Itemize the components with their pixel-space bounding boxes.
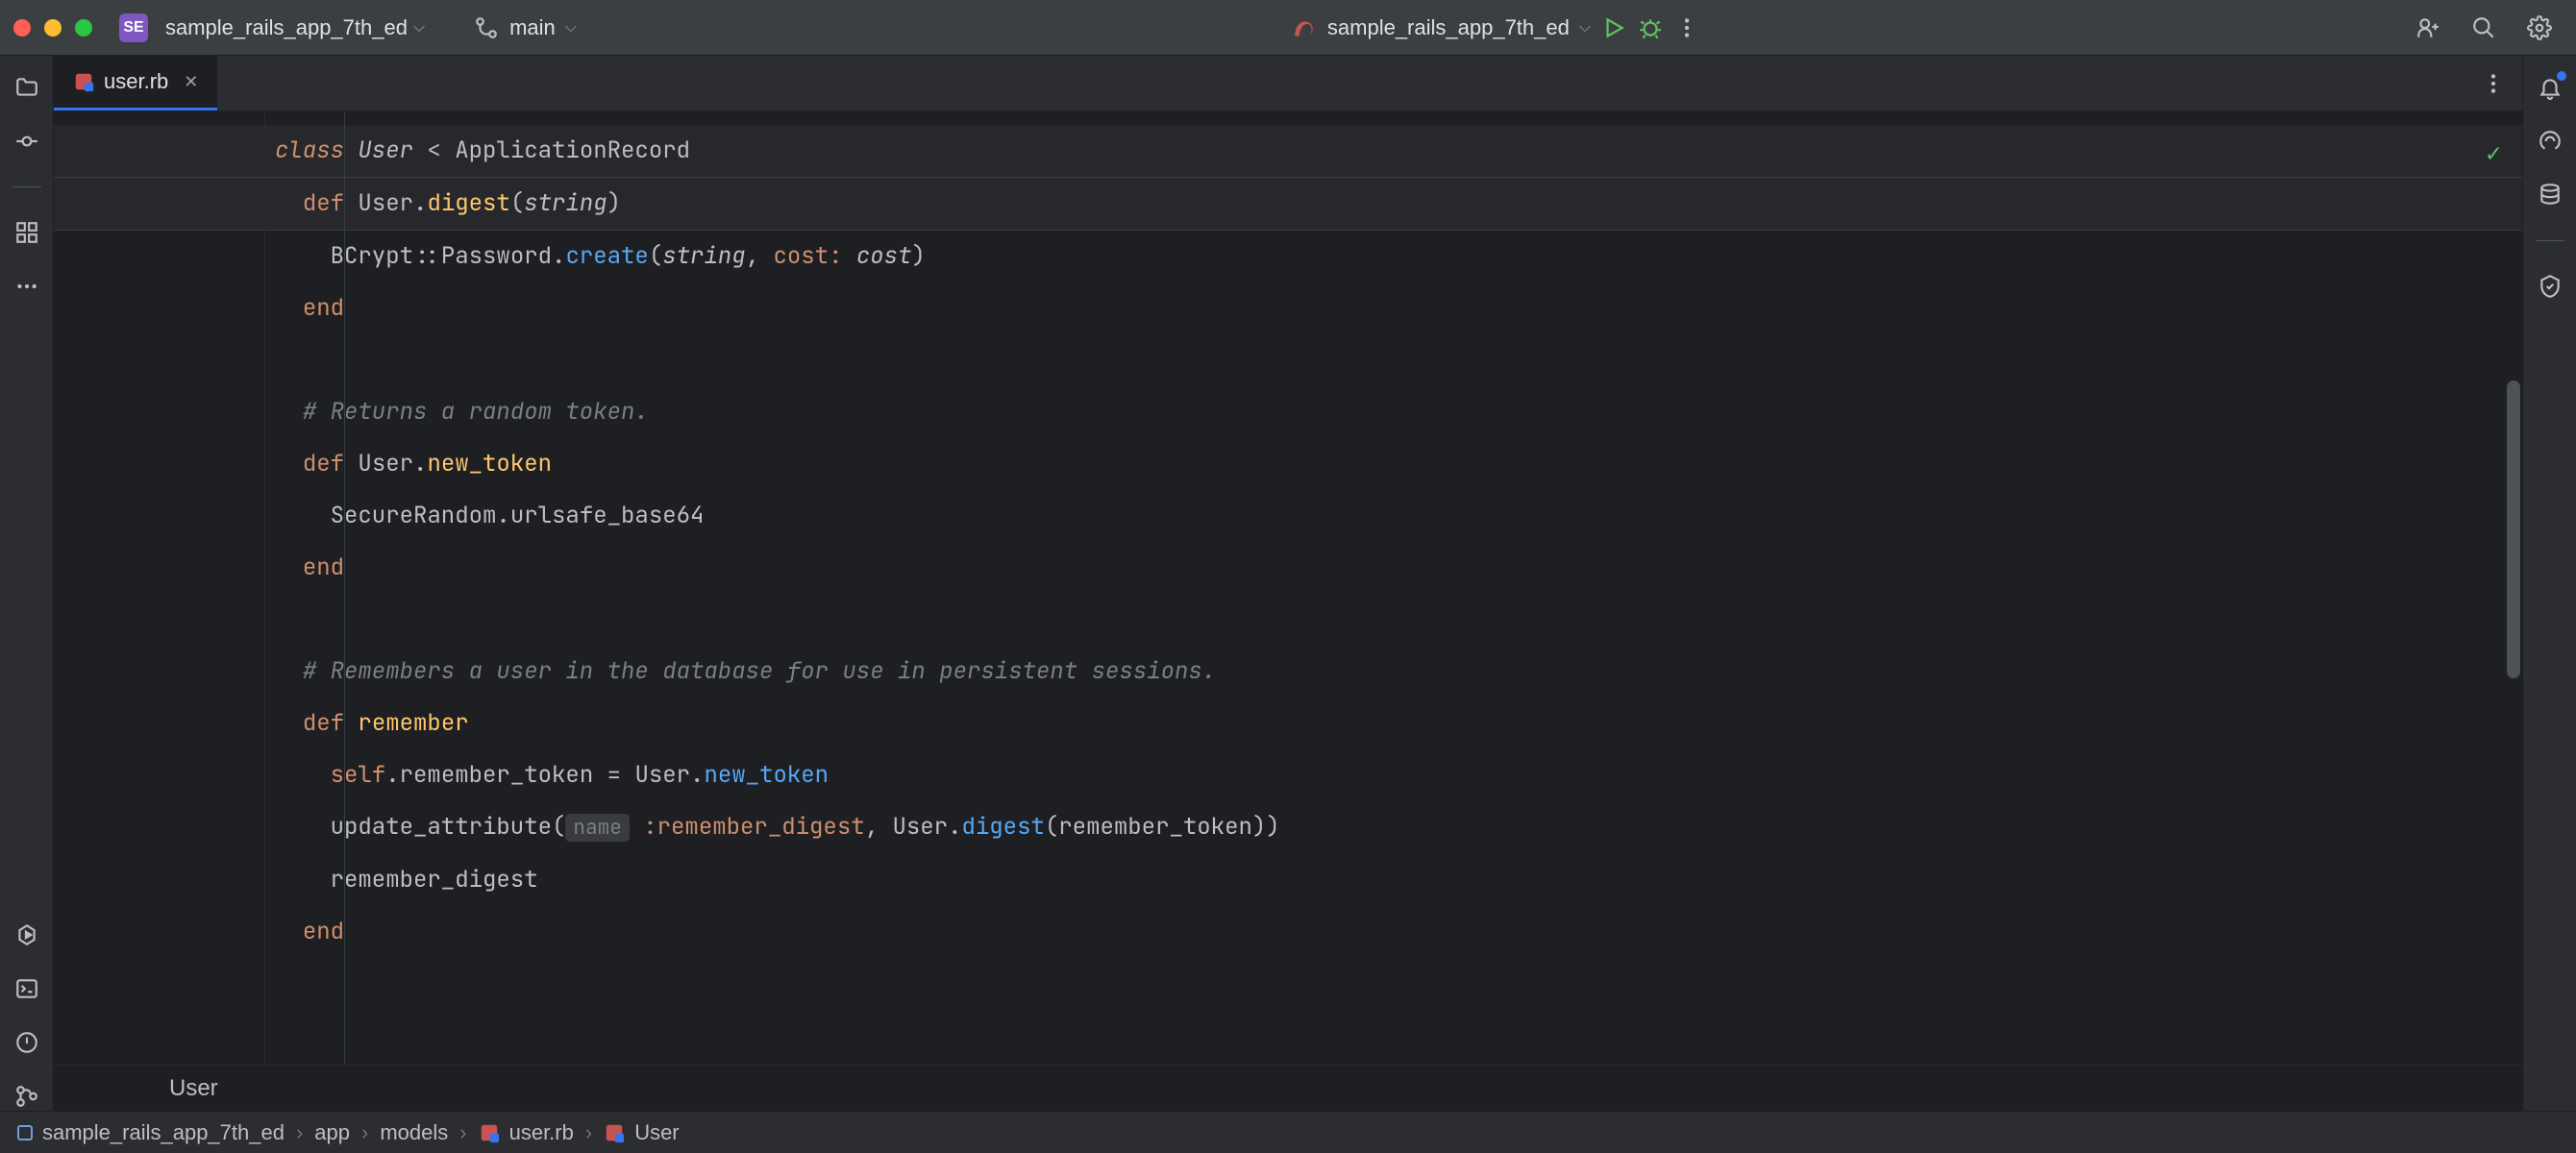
editor-tab-user-rb[interactable]: user.rb ✕ <box>54 56 217 110</box>
editor-tab-bar: user.rb ✕ <box>54 56 2522 111</box>
tab-actions <box>2480 70 2522 97</box>
ruby-file-icon <box>73 71 94 92</box>
minimize-window-button[interactable] <box>44 19 62 37</box>
chevron-right-icon: › <box>585 1120 592 1145</box>
sticky-line-class: class User < ApplicationRecord <box>54 125 2522 178</box>
title-bar-right <box>2415 14 2553 41</box>
database-tool-button[interactable] <box>2536 181 2564 209</box>
ai-assistant-button[interactable] <box>2536 127 2564 156</box>
tab-label: user.rb <box>104 69 168 94</box>
separator <box>2536 240 2564 241</box>
problems-tool-button[interactable] <box>12 1028 41 1057</box>
branch-name-label: main <box>509 15 556 40</box>
indent-guide <box>344 111 345 1065</box>
right-tool-bar <box>2522 56 2576 1111</box>
navbar-models[interactable]: models <box>380 1120 448 1145</box>
branch-icon <box>473 14 500 41</box>
ruby-file-icon <box>479 1122 500 1143</box>
zoom-window-button[interactable] <box>75 19 92 37</box>
code-line: end <box>54 542 2522 594</box>
rails-icon <box>1291 14 1318 41</box>
chevron-down-icon: ⌵ <box>1579 19 1591 37</box>
separator <box>12 186 41 187</box>
editor: user.rb ✕ ✓ class User < ApplicationReco… <box>54 56 2522 1111</box>
navbar-class[interactable]: User <box>604 1120 679 1145</box>
code-lines: class User < ApplicationRecord def User.… <box>54 111 2522 958</box>
debug-button[interactable] <box>1637 14 1664 41</box>
main-area: user.rb ✕ ✓ class User < ApplicationReco… <box>0 56 2576 1111</box>
coverage-tool-button[interactable] <box>2536 272 2564 301</box>
run-config-label: sample_rails_app_7th_ed <box>1327 15 1570 40</box>
vcs-branch-selector[interactable]: main ⌵ <box>473 14 577 41</box>
inspection-ok-icon[interactable]: ✓ <box>2486 127 2501 179</box>
notifications-tool-button[interactable] <box>2536 73 2564 102</box>
version-control-tool-button[interactable] <box>12 1082 41 1111</box>
code-line: remember_digest <box>54 854 2522 906</box>
search-everywhere-button[interactable] <box>2470 14 2497 41</box>
close-window-button[interactable] <box>13 19 31 37</box>
project-tool-button[interactable] <box>12 73 41 102</box>
chevron-right-icon: › <box>459 1120 466 1145</box>
code-line: BCrypt::Password.create(string, cost: co… <box>54 231 2522 282</box>
ruby-class-icon <box>604 1122 625 1143</box>
code-line: def User.new_token <box>54 438 2522 490</box>
chevron-right-icon: › <box>296 1120 303 1145</box>
code-line: end <box>54 282 2522 334</box>
project-selector[interactable]: sample_rails_app_7th_ed ⌵ <box>165 15 425 40</box>
breadcrumb-bar-editor[interactable]: User <box>54 1065 2522 1111</box>
inlay-hint-name[interactable]: name <box>565 814 629 842</box>
code-line: update_attribute(name :remember_digest, … <box>54 801 2522 854</box>
chevron-down-icon: ⌵ <box>413 19 425 37</box>
editor-gutter[interactable] <box>54 111 265 1065</box>
code-with-me-button[interactable] <box>2415 14 2441 41</box>
sticky-line-def-digest: def User.digest(string) <box>54 178 2522 231</box>
editor-breadcrumb-class[interactable]: User <box>169 1075 218 1101</box>
project-name-label: sample_rails_app_7th_ed <box>165 15 408 40</box>
more-tool-windows-button[interactable] <box>12 272 41 301</box>
code-line: end <box>54 906 2522 958</box>
code-line: self.remember_token = User.new_token <box>54 749 2522 801</box>
settings-button[interactable] <box>2526 14 2553 41</box>
structure-tool-button[interactable] <box>12 218 41 247</box>
code-line: def remember <box>54 698 2522 749</box>
navbar-file[interactable]: user.rb <box>479 1120 574 1145</box>
code-line-blank <box>54 334 2522 386</box>
more-run-options-button[interactable] <box>1673 14 1700 41</box>
code-line: # Returns a random token. <box>54 386 2522 438</box>
project-badge[interactable]: SE <box>119 13 148 42</box>
run-config-selector[interactable]: sample_rails_app_7th_ed ⌵ <box>1291 14 1591 41</box>
code-line: SecureRandom.urlsafe_base64 <box>54 490 2522 542</box>
run-button[interactable] <box>1600 14 1627 41</box>
window-controls <box>13 19 92 37</box>
chevron-right-icon: › <box>361 1120 368 1145</box>
code-line: # Remembers a user in the database for u… <box>54 646 2522 698</box>
module-icon <box>17 1125 33 1141</box>
title-bar: SE sample_rails_app_7th_ed ⌵ main ⌵ samp… <box>0 0 2576 56</box>
code-editor-area[interactable]: ✓ class User < ApplicationRecord def Use… <box>54 111 2522 1065</box>
chevron-down-icon: ⌵ <box>565 19 577 37</box>
navigation-bar: sample_rails_app_7th_ed › app › models ›… <box>0 1111 2576 1153</box>
code-line-blank <box>54 594 2522 646</box>
navbar-app[interactable]: app <box>314 1120 350 1145</box>
title-bar-center: sample_rails_app_7th_ed ⌵ <box>586 14 2405 41</box>
vertical-scrollbar[interactable] <box>2507 380 2520 678</box>
tab-more-button[interactable] <box>2480 70 2507 97</box>
terminal-tool-button[interactable] <box>12 974 41 1003</box>
services-tool-button[interactable] <box>12 920 41 949</box>
left-tool-bar <box>0 56 54 1111</box>
close-tab-button[interactable]: ✕ <box>184 72 198 92</box>
navbar-project[interactable]: sample_rails_app_7th_ed <box>17 1120 285 1145</box>
commit-tool-button[interactable] <box>12 127 41 156</box>
